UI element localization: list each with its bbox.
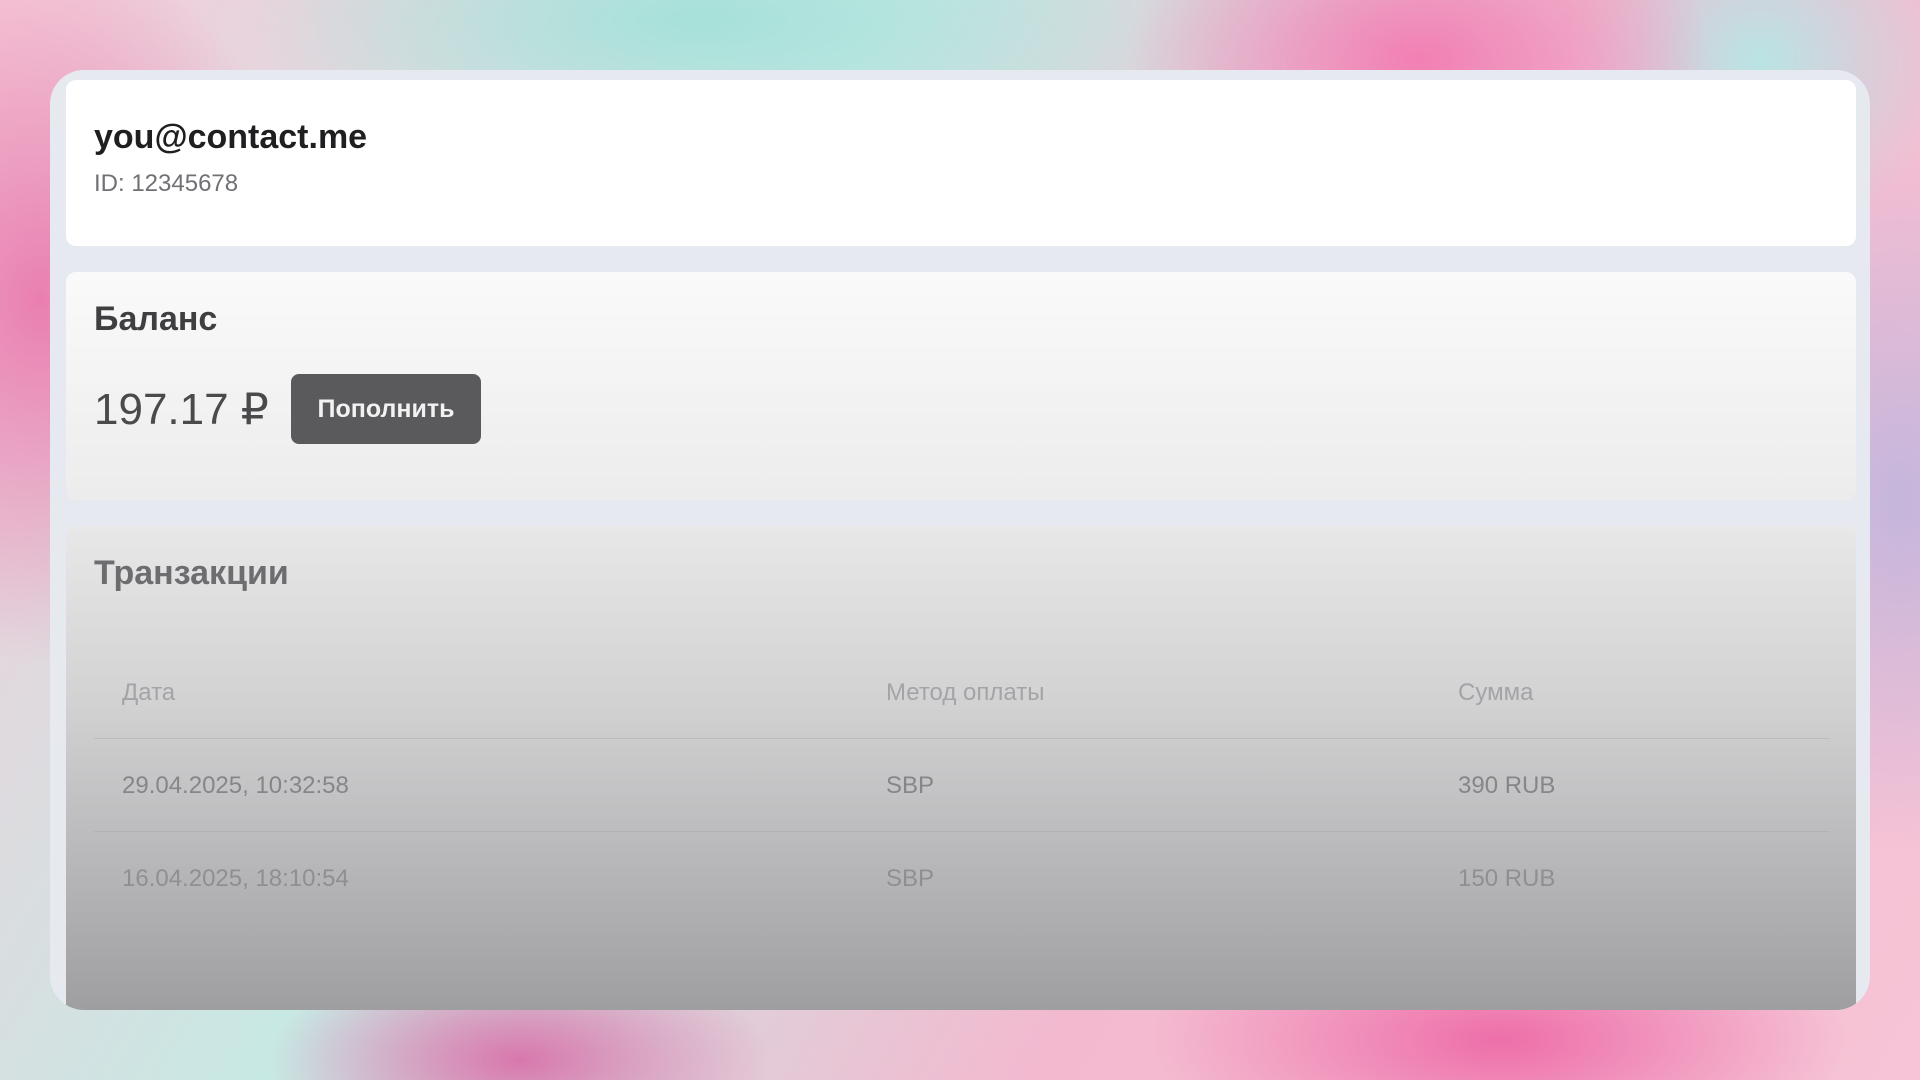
transaction-sum: 390 RUB — [1458, 771, 1556, 799]
transaction-method: SBP — [886, 864, 935, 892]
transactions-card: Транзакции Дата Метод оплаты Сумма 29.04… — [66, 526, 1856, 1010]
user-card: you@contact.me ID: 12345678 — [66, 80, 1856, 246]
table-row: 16.04.2025, 18:10:54 SBP 150 RUB — [94, 832, 1830, 925]
balance-amount: 197.17 ₽ — [94, 385, 269, 434]
transaction-sum: 150 RUB — [1458, 864, 1556, 892]
table-header-row: Дата Метод оплаты Сумма — [94, 646, 1830, 739]
transactions-title: Транзакции — [94, 554, 289, 592]
column-header-method: Метод оплаты — [886, 678, 1045, 706]
transaction-date: 29.04.2025, 10:32:58 — [122, 771, 349, 799]
topup-button[interactable]: Пополнить — [291, 374, 481, 444]
account-panel: you@contact.me ID: 12345678 Баланс 197.1… — [50, 70, 1870, 1010]
transactions-table: Дата Метод оплаты Сумма 29.04.2025, 10:3… — [94, 646, 1830, 925]
column-header-sum: Сумма — [1458, 678, 1534, 706]
user-email: you@contact.me — [94, 118, 368, 156]
transaction-method: SBP — [886, 771, 935, 799]
balance-title: Баланс — [94, 300, 218, 338]
transaction-date: 16.04.2025, 18:10:54 — [122, 864, 349, 892]
table-row: 29.04.2025, 10:32:58 SBP 390 RUB — [94, 739, 1830, 832]
balance-card: Баланс 197.17 ₽ Пополнить — [66, 272, 1856, 500]
column-header-date: Дата — [122, 678, 176, 706]
user-id: ID: 12345678 — [94, 170, 239, 197]
